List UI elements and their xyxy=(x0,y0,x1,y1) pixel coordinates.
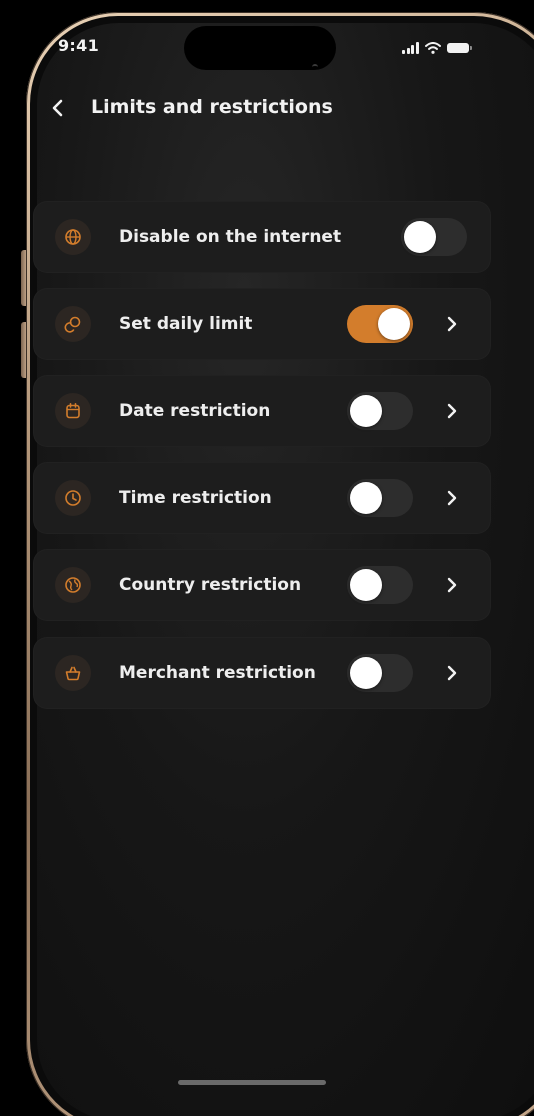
clock-icon xyxy=(55,480,91,516)
wifi-icon xyxy=(424,42,441,54)
dynamic-island xyxy=(184,26,336,70)
chevron-right-icon[interactable] xyxy=(441,400,463,422)
chevron-right-icon[interactable] xyxy=(441,574,463,596)
row-label: Merchant restriction xyxy=(119,663,316,683)
camera-dot xyxy=(312,64,318,69)
row-label: Time restriction xyxy=(119,488,272,508)
chevron-right-icon[interactable] xyxy=(441,313,463,335)
coins-icon xyxy=(55,306,91,342)
chevron-right-icon[interactable] xyxy=(441,487,463,509)
calendar-icon xyxy=(55,393,91,429)
home-indicator[interactable] xyxy=(178,1080,326,1085)
toggle-knob xyxy=(350,569,382,601)
toggle-knob xyxy=(350,395,382,427)
disable-internet-toggle[interactable] xyxy=(401,218,467,256)
status-icons xyxy=(402,40,472,54)
settings-row-merchant-restriction[interactable]: Merchant restriction xyxy=(33,637,491,709)
row-label: Set daily limit xyxy=(119,314,253,334)
settings-row-date-restriction[interactable]: Date restriction xyxy=(33,375,491,447)
cellular-signal-icon xyxy=(402,42,419,54)
settings-row-disable-internet[interactable]: Disable on the internet xyxy=(33,201,491,273)
country-restriction-toggle[interactable] xyxy=(347,566,413,604)
row-label: Date restriction xyxy=(119,401,271,421)
globe-pin-icon xyxy=(55,567,91,603)
toggle-knob xyxy=(350,657,382,689)
chevron-left-icon xyxy=(52,99,63,117)
row-label: Country restriction xyxy=(119,575,302,595)
time-restriction-toggle[interactable] xyxy=(347,479,413,517)
toggle-knob xyxy=(350,482,382,514)
battery-icon xyxy=(446,43,472,53)
globe-icon xyxy=(55,219,91,255)
merchant-restriction-toggle[interactable] xyxy=(347,654,413,692)
status-time: 9:41 xyxy=(58,36,99,55)
page-title: Limits and restrictions xyxy=(91,96,333,118)
settings-row-daily-limit[interactable]: Set daily limit xyxy=(33,288,491,360)
settings-row-time-restriction[interactable]: Time restriction xyxy=(33,462,491,534)
toggle-knob xyxy=(404,221,436,253)
settings-row-country-restriction[interactable]: Country restriction xyxy=(33,549,491,621)
device-stage: 9:41 Limits and restrictions Disable on xyxy=(0,0,534,1116)
chevron-right-icon[interactable] xyxy=(441,662,463,684)
daily-limit-toggle[interactable] xyxy=(347,305,413,343)
row-label: Disable on the internet xyxy=(119,227,342,247)
basket-icon xyxy=(55,655,91,691)
toggle-knob xyxy=(378,308,410,340)
date-restriction-toggle[interactable] xyxy=(347,392,413,430)
back-button[interactable] xyxy=(44,94,72,122)
